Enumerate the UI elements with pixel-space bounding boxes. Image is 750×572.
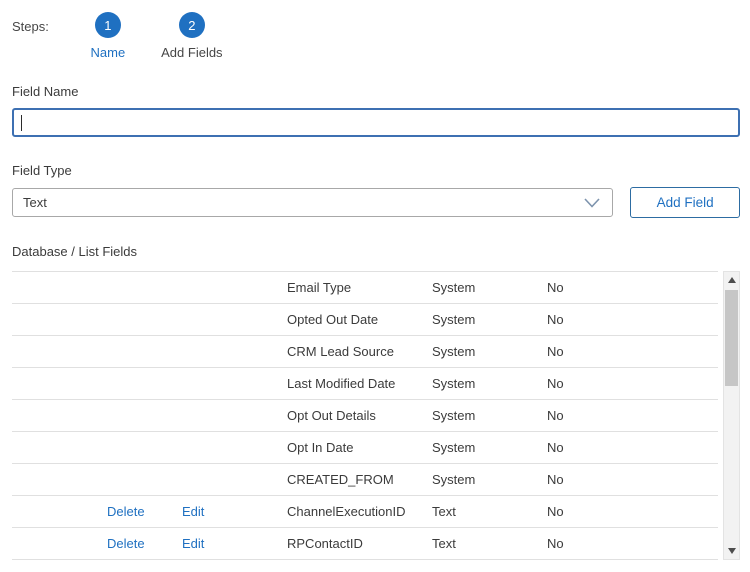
field-name-cell: CREATED_FROM [287,472,432,487]
field-type-cell: System [432,440,547,455]
step-add-fields[interactable]: 2 Add Fields [161,12,223,60]
field-name-cell: RPContactID [287,536,432,551]
field-type-cell: System [432,280,547,295]
db-list-fields-label: Database / List Fields [12,244,740,259]
scrollbar-down-button[interactable] [724,543,739,559]
table-row: Opted Out Date System No [12,304,718,336]
field-name-input-wrap [12,108,740,137]
steps-label: Steps: [12,19,49,34]
step-1-label: Name [91,45,126,60]
step-2-label: Add Fields [161,45,222,60]
field-flag-cell: No [547,536,718,551]
step-2-circle[interactable]: 2 [179,12,205,38]
table-row: Delete Edit ChannelExecutionID Text No [12,496,718,528]
page: Steps: 1 Name 2 Add Fields Field Name Fi… [0,0,750,560]
scroll-up-icon [728,277,736,283]
step-1-circle[interactable]: 1 [95,12,121,38]
edit-link[interactable]: Edit [182,536,287,551]
field-name-cell: Opted Out Date [287,312,432,327]
scroll-down-icon [728,548,736,554]
field-flag-cell: No [547,312,718,327]
table-row: CREATED_FROM System No [12,464,718,496]
field-name-cell: Last Modified Date [287,376,432,391]
field-flag-cell: No [547,440,718,455]
add-field-button[interactable]: Add Field [630,187,740,218]
field-flag-cell: No [547,344,718,359]
scrollbar-up-button[interactable] [724,272,739,288]
delete-link[interactable]: Delete [107,536,182,551]
field-name-label: Field Name [12,84,740,99]
field-type-cell: System [432,472,547,487]
field-flag-cell: No [547,280,718,295]
field-type-row: Text Add Field [12,187,740,218]
step-name[interactable]: 1 Name [77,12,139,60]
field-flag-cell: No [547,376,718,391]
table-row: CRM Lead Source System No [12,336,718,368]
table-row: Email Type System No [12,272,718,304]
field-name-cell: CRM Lead Source [287,344,432,359]
table-row: Delete Edit RPContactID Text No [12,528,718,560]
field-name-cell: Email Type [287,280,432,295]
field-flag-cell: No [547,504,718,519]
field-flag-cell: No [547,408,718,423]
field-type-cell: System [432,376,547,391]
field-name-input[interactable] [12,108,740,137]
field-type-cell: Text [432,536,547,551]
field-name-cell: ChannelExecutionID [287,504,432,519]
table-row: Last Modified Date System No [12,368,718,400]
text-cursor [21,115,22,131]
field-type-cell: System [432,408,547,423]
steps: Steps: 1 Name 2 Add Fields [12,12,740,60]
fields-table: Email Type System No Opted Out Date Syst… [12,271,740,560]
field-flag-cell: No [547,472,718,487]
table-row: Opt In Date System No [12,432,718,464]
field-name-cell: Opt Out Details [287,408,432,423]
chevron-down-icon [584,198,600,208]
field-type-cell: Text [432,504,547,519]
field-type-cell: System [432,344,547,359]
field-type-label: Field Type [12,163,740,178]
field-type-select[interactable]: Text [12,188,613,217]
field-type-cell: System [432,312,547,327]
field-name-cell: Opt In Date [287,440,432,455]
fields-table-body: Email Type System No Opted Out Date Syst… [12,271,718,560]
table-scrollbar[interactable] [723,271,740,560]
scrollbar-thumb[interactable] [725,290,738,386]
delete-link[interactable]: Delete [107,504,182,519]
edit-link[interactable]: Edit [182,504,287,519]
table-row: Opt Out Details System No [12,400,718,432]
field-type-selected-value: Text [23,195,47,210]
